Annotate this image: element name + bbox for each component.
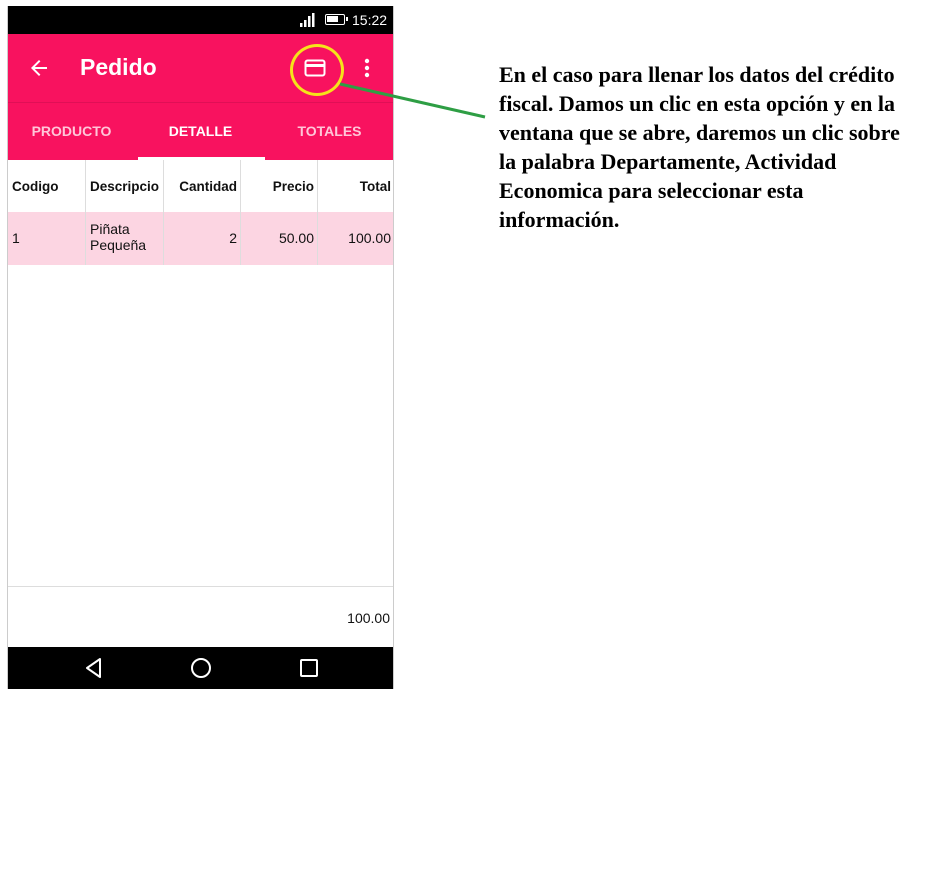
battery-icon — [325, 14, 348, 25]
tab-bar: PRODUCTO DETALLE TOTALES — [7, 102, 394, 160]
signal-icon — [300, 13, 315, 27]
column-header-total: Total — [359, 179, 391, 194]
tab-detalle[interactable]: DETALLE — [136, 103, 265, 161]
nav-home-icon[interactable] — [189, 656, 213, 680]
nav-recents-icon[interactable] — [297, 656, 321, 680]
cell-descripcion: Piñata Pequeña — [86, 212, 164, 265]
column-header-precio: Precio — [241, 160, 318, 212]
cell-precio: 50.00 — [241, 212, 318, 265]
footer-divider — [7, 586, 394, 587]
tab-totales[interactable]: TOTALES — [265, 103, 394, 161]
back-arrow-icon[interactable] — [27, 56, 51, 80]
table-header: Codigo Descripcio Cantidad Precio Total — [7, 160, 394, 212]
phone-screen: 15:22 Pedido PRODUCTO DETALLE TOTALES Co… — [7, 6, 394, 689]
more-vert-icon[interactable] — [359, 56, 375, 80]
status-time: 15:22 — [352, 12, 388, 28]
column-header-codigo: Codigo — [7, 160, 86, 212]
cell-cantidad: 2 — [164, 212, 241, 265]
detail-table: Codigo Descripcio Cantidad Precio Total … — [7, 160, 394, 265]
annotation-text: En el caso para llenar los datos del cré… — [499, 62, 900, 232]
nav-back-icon[interactable] — [82, 656, 106, 680]
footer-total-value: 100.00 — [347, 610, 390, 626]
screenshot-canvas: 15:22 Pedido PRODUCTO DETALLE TOTALES Co… — [0, 0, 937, 870]
system-nav-bar — [7, 647, 394, 689]
cell-codigo: 1 — [7, 212, 86, 265]
column-header-cantidad: Cantidad — [164, 160, 241, 212]
column-header-descripcion: Descripcio — [86, 160, 164, 212]
page-title: Pedido — [80, 54, 157, 80]
cell-total: 100.00 — [348, 230, 391, 246]
highlight-circle — [290, 44, 344, 96]
table-row[interactable]: 1 Piñata Pequeña 2 50.00 100.00 — [7, 212, 394, 265]
status-bar: 15:22 — [7, 6, 394, 34]
tab-producto[interactable]: PRODUCTO — [7, 103, 136, 161]
